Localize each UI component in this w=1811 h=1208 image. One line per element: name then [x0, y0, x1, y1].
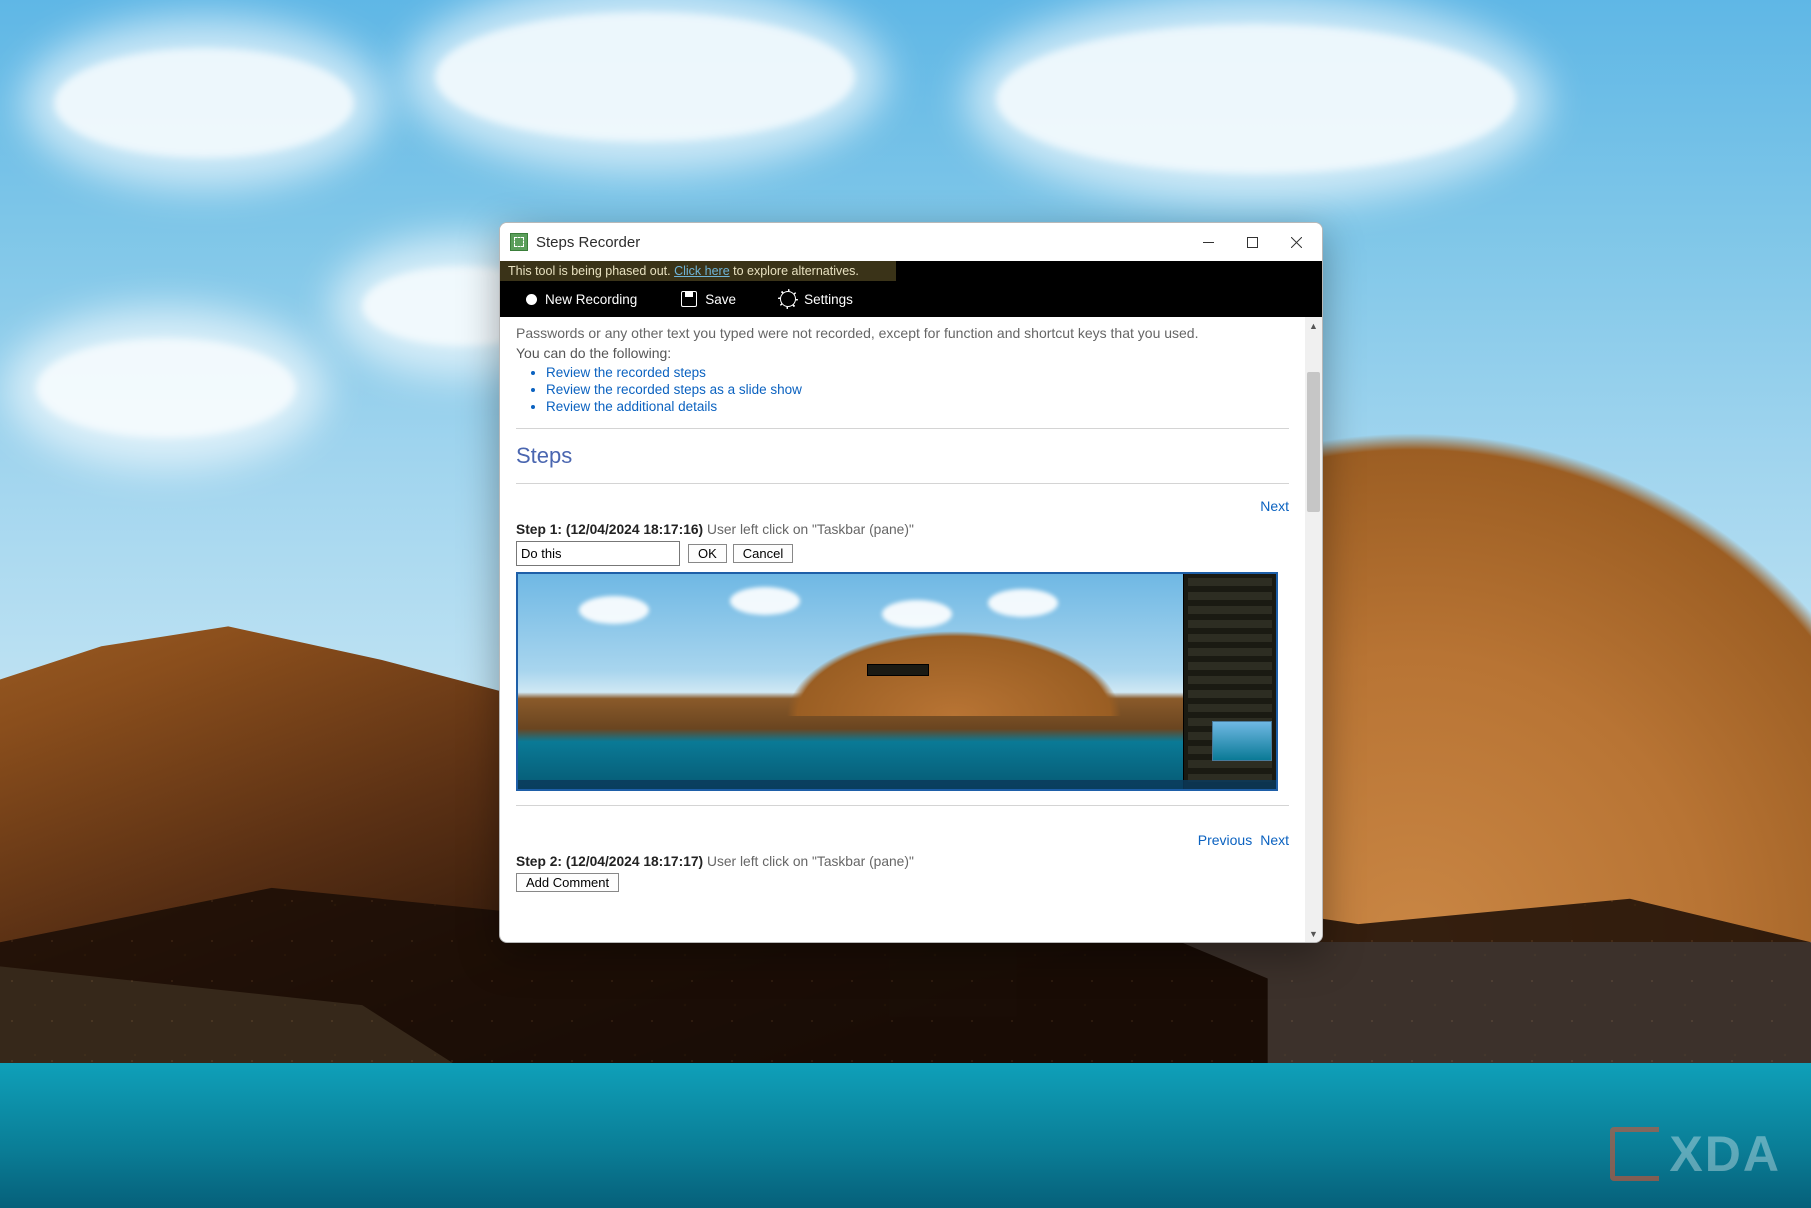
deprecation-banner: This tool is being phased out. Click her… [500, 261, 896, 281]
app-icon [510, 233, 528, 251]
divider [516, 805, 1289, 806]
maximize-button[interactable] [1230, 223, 1274, 261]
titlebar[interactable]: Steps Recorder [500, 223, 1322, 261]
step-1-screenshot[interactable] [516, 572, 1278, 791]
nav-previous[interactable]: Previous [1198, 832, 1252, 848]
ok-button[interactable]: OK [688, 544, 727, 563]
save-button[interactable]: Save [659, 281, 758, 317]
banner-link[interactable]: Click here [674, 264, 730, 278]
xda-watermark: XDA [1610, 1125, 1781, 1183]
link-review-steps[interactable]: Review the recorded steps [546, 365, 706, 380]
section-heading: Steps [516, 443, 1289, 469]
divider [516, 483, 1289, 484]
close-icon [1291, 237, 1302, 248]
maximize-icon [1247, 237, 1258, 248]
link-review-details[interactable]: Review the additional details [546, 399, 717, 414]
nav-next-2[interactable]: Next [1260, 832, 1289, 848]
new-recording-button[interactable]: New Recording [504, 281, 659, 317]
vertical-scrollbar[interactable]: ▲ ▼ [1305, 317, 1322, 942]
scroll-up-icon[interactable]: ▲ [1305, 317, 1322, 334]
scroll-down-icon[interactable]: ▼ [1305, 925, 1322, 942]
step-1-header: Step 1: (12/04/2024 18:17:16) User left … [516, 522, 1289, 537]
save-icon [681, 291, 697, 307]
steps-recorder-window: Steps Recorder This tool is being phased… [499, 222, 1323, 943]
divider [516, 428, 1289, 429]
cancel-button[interactable]: Cancel [733, 544, 793, 563]
nav-next[interactable]: Next [1260, 498, 1289, 514]
window-title: Steps Recorder [536, 234, 640, 251]
toolbar: New Recording Save Settings [500, 281, 1138, 317]
gear-icon [780, 291, 796, 307]
scroll-thumb[interactable] [1307, 372, 1320, 512]
record-icon [526, 294, 537, 305]
intro-text-2: You can do the following: [516, 345, 1289, 361]
link-review-slideshow[interactable]: Review the recorded steps as a slide sho… [546, 382, 802, 397]
step-2-header: Step 2: (12/04/2024 18:17:17) User left … [516, 854, 1289, 869]
minimize-button[interactable] [1186, 223, 1230, 261]
comment-input[interactable] [516, 541, 680, 566]
settings-button[interactable]: Settings [758, 281, 875, 317]
content-pane: Passwords or any other text you typed we… [500, 317, 1305, 942]
add-comment-button[interactable]: Add Comment [516, 873, 619, 892]
minimize-icon [1203, 237, 1214, 248]
close-button[interactable] [1274, 223, 1318, 261]
step-1-comment-row: ✕ OK Cancel [516, 541, 1289, 566]
intro-text-1: Passwords or any other text you typed we… [516, 325, 1289, 341]
